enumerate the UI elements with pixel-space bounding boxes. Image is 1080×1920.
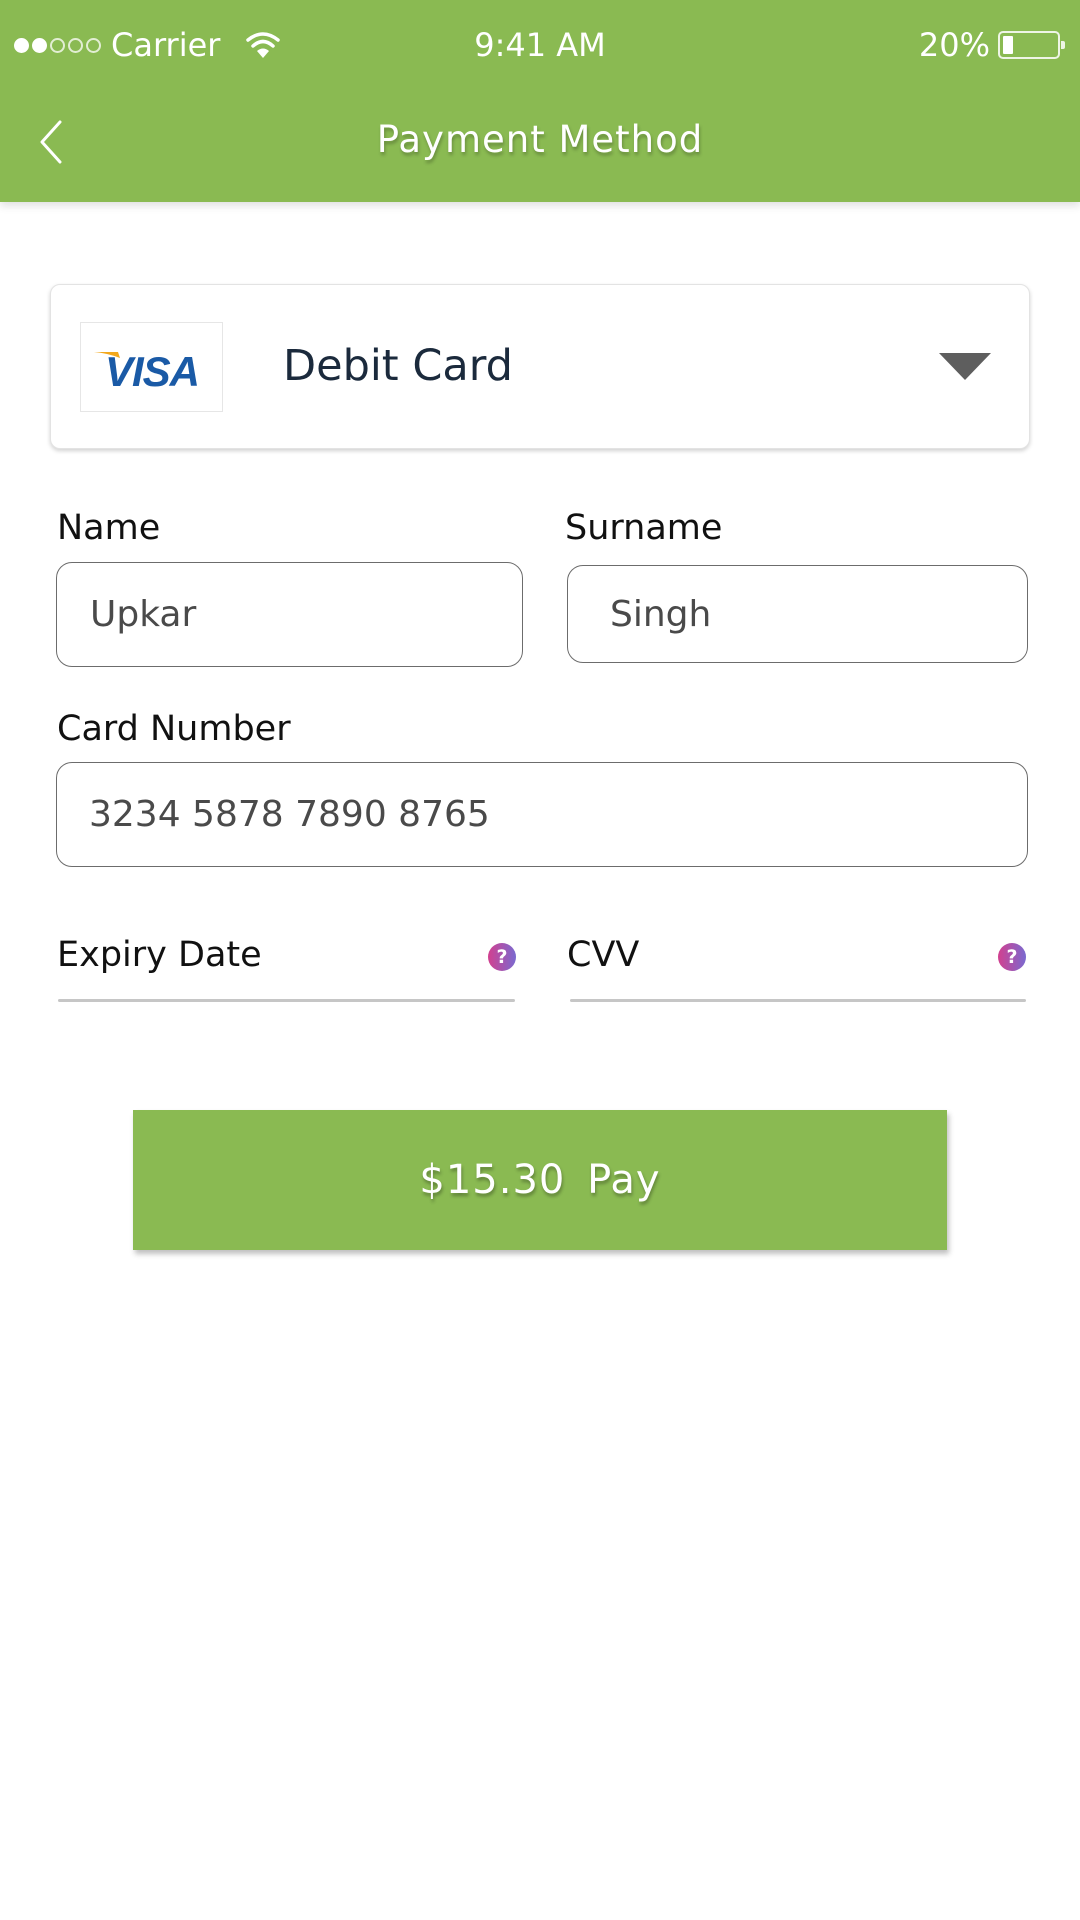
caret-down-icon[interactable] xyxy=(939,353,991,380)
surname-input[interactable] xyxy=(567,565,1028,663)
cvv-label: CVV xyxy=(567,935,640,975)
name-label: Name xyxy=(57,508,161,548)
question-circle-icon[interactable]: ? xyxy=(488,943,516,971)
visa-logo: VISA xyxy=(80,322,223,412)
card-number-input[interactable] xyxy=(56,762,1028,867)
selected-card-type: Debit Card xyxy=(283,341,513,391)
surname-label: Surname xyxy=(565,508,723,548)
card-number-label: Card Number xyxy=(57,709,291,749)
page-title: Payment Method xyxy=(376,118,704,161)
battery-icon xyxy=(998,31,1065,59)
name-input[interactable] xyxy=(56,562,523,667)
cvv-underline xyxy=(570,999,1026,1002)
battery-level xyxy=(1003,36,1013,54)
question-circle-icon[interactable]: ? xyxy=(998,943,1026,971)
visa-logo-text: VISA xyxy=(105,348,199,395)
expiry-date-label: Expiry Date xyxy=(57,935,262,975)
battery-percent: 20% xyxy=(918,26,990,64)
app-header: Carrier 9:41 AM 20% Payment Method xyxy=(0,0,1080,202)
pay-button[interactable]: $15.30 Pay xyxy=(133,1110,947,1250)
payment-method-dropdown[interactable]: VISA Debit Card xyxy=(50,284,1030,449)
expiry-date-underline xyxy=(58,999,515,1002)
status-bar-right: 20% xyxy=(918,22,1065,68)
nav-bar: Payment Method xyxy=(0,100,1080,180)
